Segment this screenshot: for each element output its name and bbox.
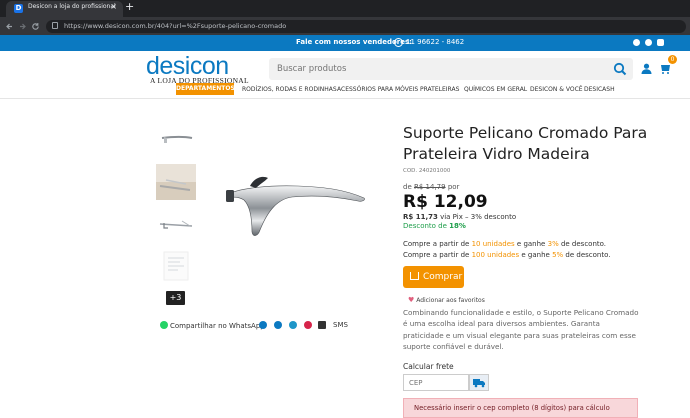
forward-icon[interactable] [18,22,27,31]
more-images-button[interactable]: +3 [166,291,185,305]
nav-item-acessorios[interactable]: ACESSÓRIOS PARA MÓVEIS [337,86,418,93]
pix-price: R$ 11,73 via Pix – 3% desconto [403,213,516,221]
shipping-label: Calcular frete [403,362,454,371]
discount-label: Desconto de [403,222,447,230]
facebook-share-icon[interactable] [259,321,267,329]
email-share-icon[interactable] [318,321,326,329]
contact-phone[interactable]: 11 96622 - 8462 [406,38,464,46]
back-icon[interactable] [5,22,14,31]
bulk-mid: e ganhe [521,251,550,259]
thumbnail-1[interactable] [156,124,196,160]
cep-input[interactable] [403,374,469,391]
bulk-post: de desconto. [560,240,607,248]
logo-word: desicon [146,52,229,80]
reload-icon[interactable] [31,22,40,31]
cart-count-badge: 0 [668,55,677,64]
tab-title: Desicon a loja do profissional [28,3,116,10]
browser-tabstrip: D Desicon a loja do profissional × + [0,0,690,17]
old-price-prefix: de [403,183,412,191]
bulk-pct: 3% [547,240,559,248]
header-divider [0,98,690,99]
bulk-pre: Compre a partir de [403,251,470,259]
pinterest-share-icon[interactable] [304,321,312,329]
shipping-alert: Necessário inserir o cep completo (8 díg… [403,398,638,418]
nav-item-rodizios[interactable]: RODÍZIOS, RODAS E RODINHAS [242,86,337,93]
bulk-discount-1: Compre a partir de 10 unidades e ganhe 3… [403,240,606,248]
nav-item-quimicos[interactable]: QUÍMICOS EM GERAL [464,86,527,93]
tab-close-icon[interactable]: × [110,2,117,11]
buy-button[interactable]: Comprar [403,266,464,288]
twitter-share-icon[interactable] [274,321,282,329]
sms-share-link[interactable]: SMS [333,321,348,329]
product-main-image[interactable] [222,170,372,245]
product-title: Suporte Pelicano Cromado Para Prateleira… [403,124,648,163]
old-price-suffix: por [447,183,460,191]
share-whatsapp-link[interactable]: Compartilhar no WhatsApp [160,321,265,330]
cart-icon [410,272,419,280]
pix-price-text: via Pix – 3% desconto [440,213,517,221]
pix-price-value: R$ 11,73 [403,213,438,221]
search-box [269,58,633,80]
bulk-pct: 5% [552,251,564,259]
truck-icon [473,379,485,388]
url-field[interactable]: https://www.desicon.com.br/404?url=%2Fsu… [46,20,686,33]
contact-bar: Fale com nossos vendedores: 11 96622 - 8… [0,35,690,51]
whatsapp-icon[interactable] [394,38,403,47]
product-price: R$ 12,09 [403,192,488,212]
cart-icon[interactable] [660,63,671,74]
bulk-discount-2: Compre a partir de 100 unidades e ganhe … [403,251,610,259]
thumbnail-2[interactable] [156,164,196,200]
bulk-qty: 100 unidades [471,251,520,259]
discount-info: Desconto de 18% [403,222,466,230]
buy-label: Comprar [423,272,463,282]
new-tab-button[interactable]: + [125,0,134,13]
url-text: https://www.desicon.com.br/404?url=%2Fsu… [64,22,287,30]
calculate-shipping-button[interactable] [469,374,489,391]
nav-item-desicash[interactable]: DESICASH [584,86,615,93]
user-icon[interactable] [641,63,652,74]
whatsapp-share-icon [160,321,168,329]
search-icon[interactable] [613,62,627,76]
product-code: COD. 240201000 [403,168,451,174]
thumbnail-3[interactable] [156,206,196,242]
old-price-value: R$ 14,79 [413,183,446,191]
add-favorites-link[interactable]: ♥ Adicionar aos favoritos [408,296,485,304]
nav-item-desicon-voce[interactable]: DESICON & VOCÊ [530,86,583,93]
instagram-icon[interactable] [645,39,652,46]
telegram-share-icon[interactable] [289,321,297,329]
heart-icon: ♥ [408,296,415,304]
address-bar: https://www.desicon.com.br/404?url=%2Fsu… [0,17,690,35]
favicon-icon: D [14,4,23,13]
facebook-icon[interactable] [633,39,640,46]
bulk-qty: 10 unidades [471,240,515,248]
departments-button[interactable]: DEPARTAMENTOS [176,83,235,95]
bulk-post: de desconto. [565,251,611,259]
old-price: de R$ 14,79 por [403,183,459,191]
search-input[interactable] [277,62,597,76]
favorites-label: Adicionar aos favoritos [416,297,485,304]
nav-item-prateleiras[interactable]: PRATELEIRAS [420,86,459,93]
lock-icon [52,22,58,29]
thumbnail-4[interactable] [156,248,196,284]
share-whatsapp-label: Compartilhar no WhatsApp [170,322,265,330]
discount-value: 18% [449,222,466,230]
bulk-mid: e ganhe [516,240,546,248]
product-description: Combinando funcionalidade e estilo, o Su… [403,308,639,351]
browser-tab[interactable]: D Desicon a loja do profissional × [6,1,123,17]
logo[interactable]: desicon A LOJA DO PROFISSIONAL [146,52,249,86]
youtube-icon[interactable] [657,39,664,46]
bulk-pre: Compre a partir de [403,240,470,248]
